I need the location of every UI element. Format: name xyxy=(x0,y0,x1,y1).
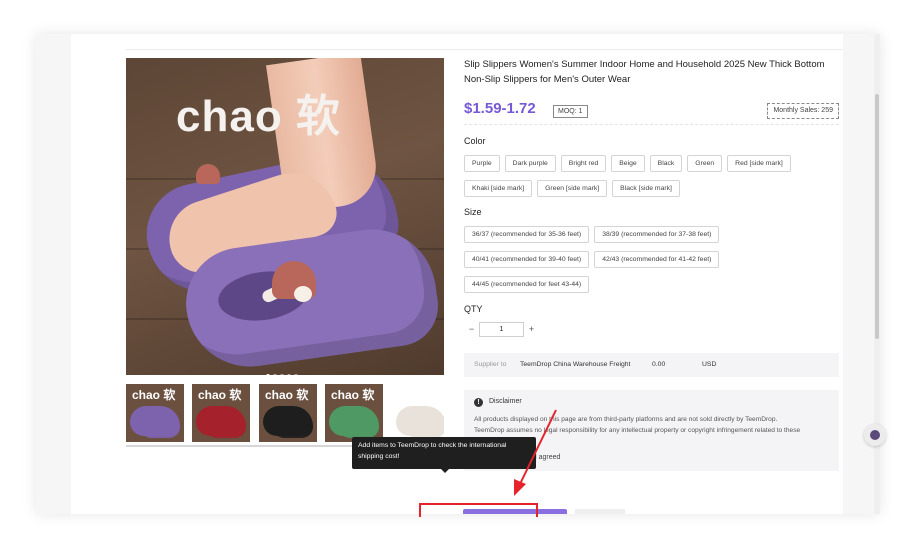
thumbnail[interactable]: chao 软 xyxy=(192,384,250,442)
product-price: $1.59-1.72 xyxy=(464,100,536,117)
size-option[interactable]: 44/45 (recommended for feet 43-44) xyxy=(464,276,590,293)
product-main-image[interactable]: chao 软 xyxy=(126,58,444,375)
thumbnail-slipper xyxy=(140,416,180,438)
supplier-label: Supplier to xyxy=(474,361,507,368)
carousel-dot[interactable] xyxy=(266,374,270,375)
qty-increase-button[interactable]: + xyxy=(524,322,539,337)
thumbnail-slipper xyxy=(206,416,246,438)
size-options: 36/37 (recommended for 35-36 feet) 38/39… xyxy=(464,226,774,301)
color-option[interactable]: Khaki [side mark] xyxy=(464,180,533,197)
qty-label: QTY xyxy=(464,304,483,314)
thumbnail-brand: chao 软 xyxy=(265,388,309,402)
color-label: Color xyxy=(464,136,486,146)
thumbnail-strip[interactable]: chao 软 chao 软 chao 软 chao 软 xyxy=(126,384,444,444)
quantity-stepper: − + xyxy=(464,322,539,337)
color-option[interactable]: Black [side mark] xyxy=(612,180,680,197)
thumbnail-brand: chao 软 xyxy=(198,388,242,402)
info-icon: ! xyxy=(474,398,483,407)
color-option[interactable]: Black xyxy=(649,155,683,172)
thumbnail-brand: chao 软 xyxy=(132,388,176,402)
image-brand-text: chao 软 xyxy=(176,92,341,141)
shipping-supplier-row: Supplier to TeemDrop China Warehouse Fre… xyxy=(464,353,839,377)
shipping-tooltip: Add items to TeemDrop to check the inter… xyxy=(352,437,536,469)
size-label: Size xyxy=(464,207,482,217)
color-option[interactable]: Beige xyxy=(611,155,645,172)
size-option[interactable]: 38/39 (recommended for 37-38 feet) xyxy=(594,226,720,243)
shipping-currency: USD xyxy=(702,361,717,368)
qty-decrease-button[interactable]: − xyxy=(464,322,479,337)
mushroom-charm-small xyxy=(196,164,220,184)
carousel-dots[interactable] xyxy=(266,365,306,375)
carousel-dot[interactable] xyxy=(273,374,277,375)
size-option[interactable]: 40/41 (recommended for 39-40 feet) xyxy=(464,251,590,268)
thumbnail-slipper xyxy=(273,416,313,438)
supplier-name[interactable]: TeemDrop China Warehouse Freight xyxy=(520,353,630,377)
thumbnail-brand: chao 软 xyxy=(331,388,375,402)
carousel-dot[interactable] xyxy=(294,374,298,375)
thumbnail-slipper xyxy=(406,416,444,438)
size-option[interactable]: 42/43 (recommended for 41-42 feet) xyxy=(594,251,720,268)
highlight-box xyxy=(419,503,538,517)
carousel-dot[interactable] xyxy=(280,374,284,375)
chat-bubble-button[interactable] xyxy=(864,424,886,446)
tooltip-arrow xyxy=(440,468,450,473)
thumbnail-slipper xyxy=(339,416,379,438)
color-option[interactable]: Bright red xyxy=(560,155,607,172)
monthly-sales-badge: Monthly Sales: 259 xyxy=(767,103,839,119)
moq-badge: MOQ: 1 xyxy=(553,105,588,118)
page-scrollbar-thumb[interactable] xyxy=(875,94,879,339)
color-option[interactable]: Red [side mark] xyxy=(727,155,791,172)
qty-input[interactable] xyxy=(479,322,524,337)
color-options: Purple Dark purple Bright red Beige Blac… xyxy=(464,155,839,205)
color-option[interactable]: Green [side mark] xyxy=(537,180,608,197)
color-option[interactable]: Dark purple xyxy=(504,155,556,172)
mushroom-face xyxy=(294,286,312,302)
color-option[interactable]: Green xyxy=(687,155,723,172)
thumbnail[interactable]: chao 软 xyxy=(126,384,184,442)
shipping-cost: 0.00 xyxy=(652,361,666,368)
price-divider xyxy=(464,124,839,125)
disclaimer-title: Disclaimer xyxy=(489,398,522,405)
thumbnail[interactable] xyxy=(392,384,444,442)
carousel-dot[interactable] xyxy=(287,374,291,375)
color-option[interactable]: Purple xyxy=(464,155,500,172)
thumbnail[interactable]: chao 软 xyxy=(259,384,317,442)
size-option[interactable]: 36/37 (recommended for 35-36 feet) xyxy=(464,226,590,243)
secondary-button[interactable] xyxy=(575,509,625,514)
product-title: Slip Slippers Women's Summer Indoor Home… xyxy=(464,59,825,85)
chat-avatar-icon xyxy=(870,430,880,440)
thumbnail[interactable]: chao 软 xyxy=(325,384,383,442)
